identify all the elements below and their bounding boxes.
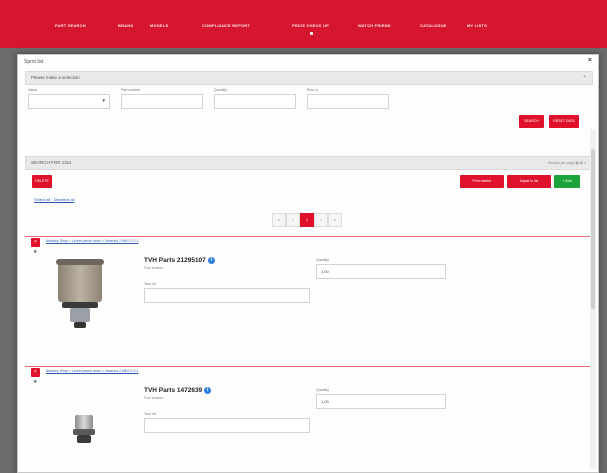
item-quantity-label: Quantity	[316, 258, 330, 262]
expand-icon[interactable]: +	[583, 74, 586, 80]
name-select[interactable]: ▾	[28, 94, 110, 109]
item-divider	[25, 236, 591, 237]
pagination-last[interactable]: »	[328, 213, 342, 227]
item-breadcrumb-link[interactable]: Autokey Shop > Lorem ipsum dolor > Vivam…	[46, 369, 138, 373]
part-number-label: Part number	[121, 88, 141, 92]
fuel-strainer-image	[73, 415, 95, 455]
nav-item-compliance-report[interactable]: COMPLIANCE REPORT	[202, 23, 250, 28]
nav-item-price-check-up[interactable]: PRICE CHECK UP	[292, 23, 329, 35]
item-reference-input[interactable]	[144, 288, 310, 303]
item-breadcrumb-link[interactable]: Autokey Shop > Lorem ipsum dolor > Vivam…	[46, 239, 138, 243]
item-reference-label: Your ref	[144, 282, 157, 286]
search-button[interactable]: SEARCH	[519, 115, 544, 128]
pagination-page-1[interactable]: 1	[300, 213, 314, 227]
remove-item-icon[interactable]: ×	[31, 238, 40, 247]
print-marker-button[interactable]: Print marker	[460, 175, 504, 188]
info-icon[interactable]: i	[207, 257, 215, 264]
remove-item-icon[interactable]: ×	[31, 368, 40, 377]
top-navigation: PART SEARCH BRAND MODELS COMPLIANCE REPO…	[0, 0, 607, 48]
nav-item-brand[interactable]: BRAND	[118, 23, 133, 28]
name-label: Name	[28, 88, 38, 92]
add-button[interactable]: + Add	[554, 175, 580, 188]
chevron-down-icon: ▾	[102, 98, 105, 104]
adjust-in-list-button[interactable]: Adjust in list	[507, 175, 551, 188]
item-reference-label: Your ref	[144, 412, 157, 416]
results-section-bar: SEARCH FOR 13x1 Results per page ▦ ▤ ×	[25, 156, 593, 170]
item-reference-input[interactable]	[144, 418, 310, 433]
pagination-first[interactable]: «	[272, 213, 286, 227]
row-number-label: Row nr	[307, 88, 319, 92]
item-quantity-label: Quantity	[316, 388, 330, 392]
results-section-label: SEARCH FOR 13x1	[31, 160, 72, 165]
pagination-next[interactable]: ›	[314, 213, 328, 227]
scrollbar-thumb[interactable]	[591, 149, 595, 309]
item-title: TVH Parts 21295107 i	[144, 257, 215, 264]
part-number-input[interactable]	[121, 94, 203, 109]
quantity-input[interactable]	[214, 94, 296, 109]
star-icon[interactable]: ★	[33, 379, 37, 385]
results-per-page[interactable]: Results per page ▦ ▤ ×	[548, 161, 586, 165]
item-subtitle: Fuel strainer	[144, 396, 164, 400]
star-icon[interactable]: ★	[33, 249, 37, 255]
delete-button[interactable]: DELETE	[32, 175, 52, 188]
nav-items: PART SEARCH BRAND MODELS COMPLIANCE REPO…	[0, 23, 607, 35]
reset-data-button[interactable]: RESET DATA	[549, 115, 579, 128]
nav-item-models[interactable]: MODELS	[150, 23, 168, 28]
select-all-link[interactable]: Select all · Deselect all	[34, 197, 74, 202]
item-divider	[25, 366, 591, 367]
item-title: TVH Parts 1472639 i	[144, 387, 212, 394]
filter-section-bar[interactable]: Please make a selection +	[25, 71, 593, 85]
item-quantity-input[interactable]: 1,00	[316, 394, 446, 409]
info-icon[interactable]: i	[204, 387, 212, 394]
fuel-strainer-image	[56, 258, 106, 348]
part-list-modal: Sprot list × Please make a selection + N…	[17, 54, 599, 473]
nav-item-catalogue[interactable]: CATALOGUE	[420, 23, 447, 28]
modal-title: Sprot list	[24, 59, 44, 65]
filter-section-label: Please make a selection	[31, 75, 80, 80]
nav-item-watch-friend[interactable]: WATCH FRIEND	[358, 23, 391, 28]
row-number-input[interactable]	[307, 94, 389, 109]
nav-item-part-search[interactable]: PART SEARCH	[55, 23, 86, 28]
scrollbar[interactable]	[590, 129, 596, 469]
pagination-prev[interactable]: ‹	[286, 213, 300, 227]
item-subtitle: Fuel strainer	[144, 266, 164, 270]
nav-item-my-lists[interactable]: MY LISTS	[467, 23, 487, 28]
item-quantity-input[interactable]: 1,00	[316, 264, 446, 279]
quantity-label: Quantity	[214, 88, 228, 92]
close-icon[interactable]: ×	[588, 57, 592, 64]
